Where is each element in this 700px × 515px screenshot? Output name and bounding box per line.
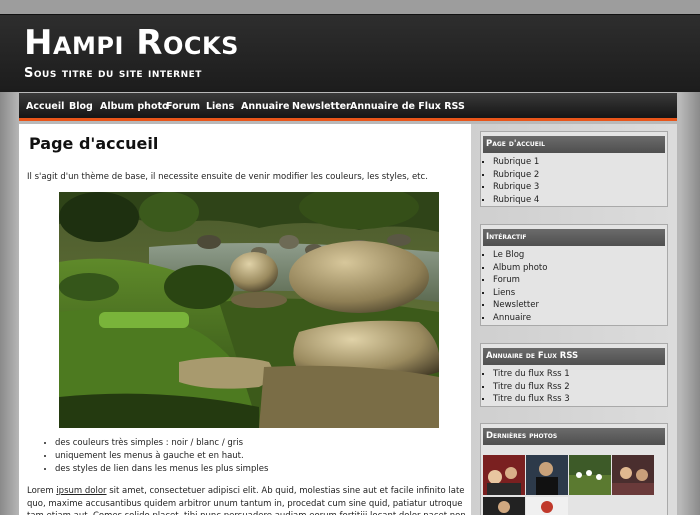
sidebar-item-newsletter[interactable]: Newsletter <box>493 299 667 312</box>
widget-title: Intéractif <box>483 229 665 246</box>
browser-top-strip <box>0 0 700 14</box>
sidebar-item-flux-rss-2[interactable]: Titre du flux Rss 2 <box>493 381 667 394</box>
sidebar-item-liens[interactable]: Liens <box>493 287 667 300</box>
widget-annuaire-flux-rss: Annuaire de Flux RSS Titre du flux Rss 1… <box>480 343 668 407</box>
sidebar-item-album-photo[interactable]: Album photo <box>493 262 667 275</box>
widget-dernieres-photos: Dernières photos <box>480 423 668 515</box>
sidebar-item-rubrique-4[interactable]: Rubrique 4 <box>493 194 667 207</box>
sidebar-item-rubrique-1[interactable]: Rubrique 1 <box>493 156 667 169</box>
nav-item-liens[interactable]: Liens <box>206 101 234 112</box>
widget-title: Page d'accueil <box>483 136 665 153</box>
nav-item-annuaire-flux-rss[interactable]: Annuaire de Flux RSS <box>350 101 465 112</box>
ipsum-dolor-link[interactable]: ipsum dolor <box>56 486 106 496</box>
widget-page-accueil: Page d'accueil Rubrique 1 Rubrique 2 Rub… <box>480 131 668 207</box>
widget-title: Annuaire de Flux RSS <box>483 348 665 365</box>
widget-interactif: Intéractif Le Blog Album photo Forum Lie… <box>480 224 668 326</box>
feature-list: des couleurs très simples : noir / blanc… <box>55 438 268 477</box>
lorem-start: Lorem <box>27 486 57 496</box>
photo-thumbnail[interactable] <box>526 455 568 495</box>
intro-text: Il s'agit d'un thème de base, il necessi… <box>27 172 428 182</box>
widget-list: Rubrique 1 Rubrique 2 Rubrique 3 Rubriqu… <box>481 153 667 210</box>
sidebar-item-flux-rss-1[interactable]: Titre du flux Rss 1 <box>493 368 667 381</box>
hampi-rocks-photo <box>59 192 439 428</box>
main-content: Page d'accueil Il s'agit d'un thème de b… <box>19 124 471 515</box>
lorem-paragraph: Lorem ipsum dolor sit amet, consectetuer… <box>27 485 469 515</box>
list-item: des couleurs très simples : noir / blanc… <box>55 438 268 448</box>
hampi-landscape-image <box>59 192 439 428</box>
sidebar-item-rubrique-2[interactable]: Rubrique 2 <box>493 169 667 182</box>
top-navigation: Accueil Blog Album photo Forum Liens Ann… <box>19 93 677 121</box>
photo-thumbnail[interactable] <box>483 455 525 495</box>
nav-item-annuaire[interactable]: Annuaire <box>241 101 289 112</box>
sidebar-item-rubrique-3[interactable]: Rubrique 3 <box>493 181 667 194</box>
list-item: uniquement les menus à gauche et en haut… <box>55 451 268 461</box>
photo-thumbnail[interactable] <box>483 497 525 515</box>
nav-item-blog[interactable]: Blog <box>69 101 93 112</box>
sidebar-item-forum[interactable]: Forum <box>493 274 667 287</box>
sidebar-item-annuaire[interactable]: Annuaire <box>493 312 667 325</box>
sidebar-item-flux-rss-3[interactable]: Titre du flux Rss 3 <box>493 393 667 406</box>
nav-item-newsletter[interactable]: Newsletter <box>292 101 351 112</box>
site-subtitle: Sous titre du site internet <box>24 66 202 81</box>
nav-item-forum[interactable]: Forum <box>166 101 200 112</box>
widget-title: Dernières photos <box>483 428 665 445</box>
widget-list: Titre du flux Rss 1 Titre du flux Rss 2 … <box>481 365 667 410</box>
nav-item-album-photo[interactable]: Album photo <box>100 101 169 112</box>
site-title[interactable]: Hampi Rocks <box>24 23 239 63</box>
nav-item-accueil[interactable]: Accueil <box>26 101 64 112</box>
widget-list: Le Blog Album photo Forum Liens Newslett… <box>481 246 667 328</box>
photo-thumbnail[interactable] <box>526 497 568 515</box>
page-title: Page d'accueil <box>29 134 159 153</box>
site-header: Hampi Rocks Sous titre du site internet <box>0 14 700 92</box>
photo-thumbnail[interactable] <box>612 455 654 495</box>
list-item: des styles de lien dans les menus les pl… <box>55 464 268 474</box>
photo-thumbnail[interactable] <box>569 455 611 495</box>
sidebar-item-le-blog[interactable]: Le Blog <box>493 249 667 262</box>
